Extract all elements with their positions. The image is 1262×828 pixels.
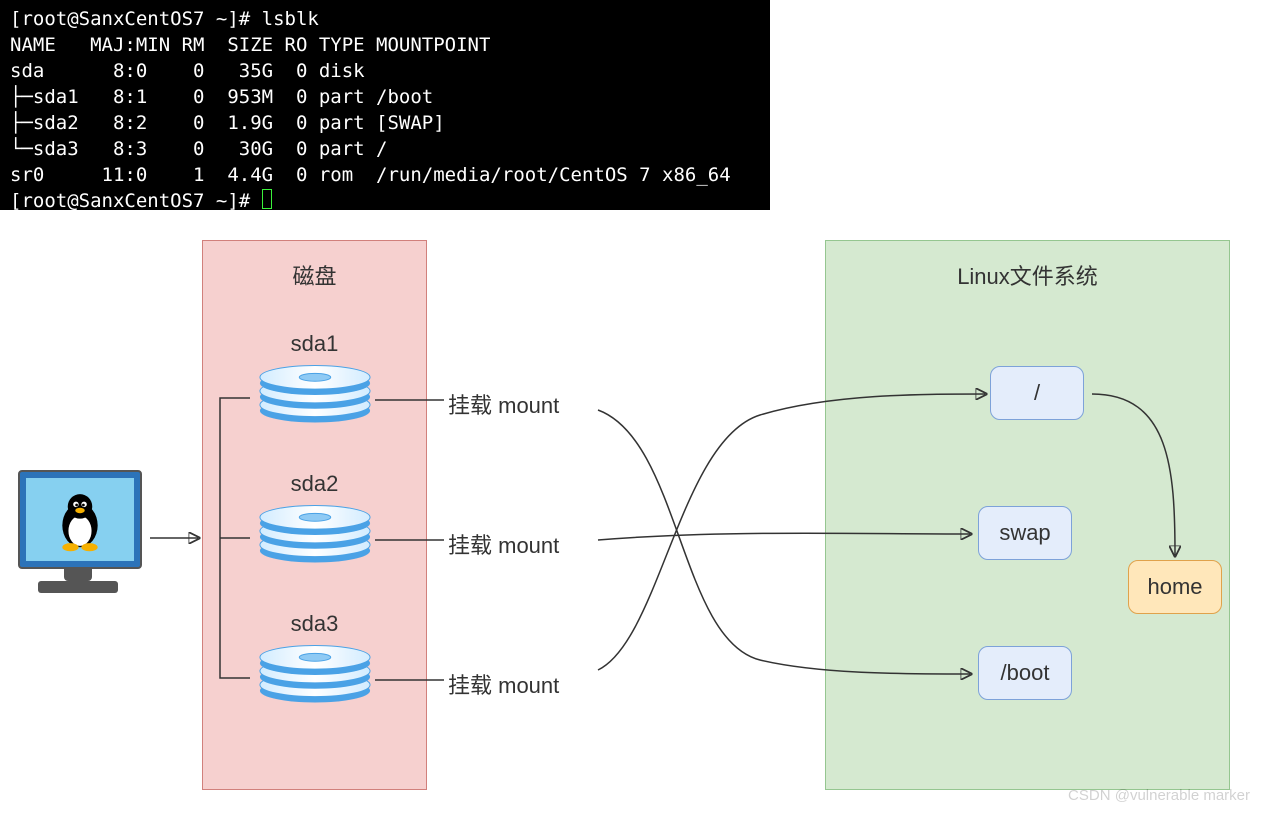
lsblk-row: ├─sda1 8:1 0 953M 0 part /boot xyxy=(10,86,433,108)
terminal-output: [root@SanxCentOS7 ~]# lsblk NAME MAJ:MIN… xyxy=(0,0,770,210)
mount-label: 挂载 mount xyxy=(448,388,559,420)
disk-label: sda3 xyxy=(255,611,375,637)
watermark: CSDN @vulnerable marker xyxy=(1068,787,1250,804)
disk-panel: 磁盘 sda1 sda2 xyxy=(202,240,427,790)
fs-swap-label: swap xyxy=(999,520,1050,546)
monitor-stand xyxy=(64,567,92,581)
disk-label: sda2 xyxy=(255,471,375,497)
disk-label: sda1 xyxy=(255,331,375,357)
computer-icon xyxy=(8,470,148,610)
monitor-base xyxy=(38,581,118,593)
cursor-icon xyxy=(262,189,272,209)
fs-root-label: / xyxy=(1034,380,1040,406)
lsblk-row: └─sda3 8:3 0 30G 0 part / xyxy=(10,138,388,160)
prompt: [root@SanxCentOS7 ~]# xyxy=(10,8,262,30)
diagram-area: 磁盘 sda1 sda2 xyxy=(0,240,1262,810)
disk-sda2: sda2 xyxy=(255,471,375,565)
disk-panel-title: 磁盘 xyxy=(203,259,426,291)
disk-platters-icon xyxy=(255,363,375,425)
lsblk-row: sr0 11:0 1 4.4G 0 rom /run/media/root/Ce… xyxy=(10,164,731,186)
lsblk-row: ├─sda2 8:2 0 1.9G 0 part [SWAP] xyxy=(10,112,445,134)
prompt: [root@SanxCentOS7 ~]# xyxy=(10,190,262,212)
screen xyxy=(26,478,134,561)
fs-boot-label: /boot xyxy=(1001,660,1050,686)
tux-penguin-icon xyxy=(46,486,114,554)
disk-sda3: sda3 xyxy=(255,611,375,705)
lsblk-row: sda 8:0 0 35G 0 disk xyxy=(10,60,376,82)
fs-panel-title: Linux文件系统 xyxy=(826,259,1229,291)
fs-home-label: home xyxy=(1147,574,1202,600)
lsblk-header: NAME MAJ:MIN RM SIZE RO TYPE MOUNTPOINT xyxy=(10,34,490,56)
disk-platters-icon xyxy=(255,643,375,705)
monitor xyxy=(18,470,142,569)
fs-home-box: home xyxy=(1128,560,1222,614)
fs-swap-box: swap xyxy=(978,506,1072,560)
mount-label: 挂载 mount xyxy=(448,528,559,560)
mount-label: 挂载 mount xyxy=(448,668,559,700)
fs-boot-box: /boot xyxy=(978,646,1072,700)
command: lsblk xyxy=(262,8,319,30)
disk-platters-icon xyxy=(255,503,375,565)
fs-root-box: / xyxy=(990,366,1084,420)
disk-sda1: sda1 xyxy=(255,331,375,425)
